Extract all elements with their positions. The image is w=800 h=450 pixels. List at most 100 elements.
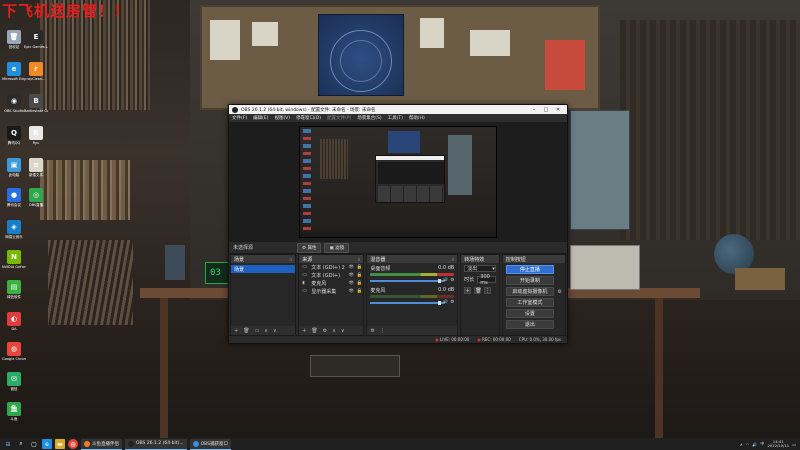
duration-input[interactable]: 300 ms [477,274,496,286]
speaker-icon[interactable]: 🔊 [443,300,449,305]
source-item[interactable]: ▭ 文本 (GDI+) 👁 🔒 [299,271,363,279]
add-transition-button[interactable]: + [464,287,472,294]
dock-menu-icon[interactable]: ⠿ [451,257,454,262]
transition-select[interactable]: 淡出 ▾ [464,265,496,272]
menu-item[interactable]: 配置文件(P) [327,115,351,121]
desktop-icon[interactable]: EEpic Games Launcher [24,30,48,49]
source-item[interactable]: ◖ 麦克风 👁 🔒 [299,279,363,287]
remove-source-button[interactable]: 🗑 [311,328,317,334]
preview-area[interactable] [229,122,567,242]
task-view-icon[interactable]: ▢ [29,439,39,449]
menu-item[interactable]: 停靠窗口(D) [296,115,321,121]
filters-button[interactable]: ▣ 滤镜 [324,242,350,253]
desktop-icon[interactable]: ◈ 网易云音乐 [2,220,26,239]
menu-item[interactable]: 场景集合(S) [357,115,381,121]
speaker-icon[interactable]: 🔊 [443,278,449,283]
desktop-icon[interactable]: R Ryu [24,126,48,145]
desktop-icon[interactable]: ✉ 微信 [2,372,26,391]
taskbar-app[interactable]: OBS 26.1.2 (64-bit)... [125,438,187,450]
transition-menu-icon[interactable]: ⋮ [484,287,492,294]
desktop-icon[interactable]: ◍Google Chrome [2,342,26,361]
source-item[interactable]: ▭ 文本 (GDI+) 2 👁 🔒 [299,263,363,271]
desktop-icon[interactable]: ◉ OBS Studio [2,94,26,113]
menu-item[interactable]: 编辑(E) [253,115,268,121]
transitions-dock: 转场特效 淡出 ▾ 时长 300 ms + 🗑 ⋮ [460,254,500,336]
notification-icon[interactable]: ▭ [792,442,796,447]
lock-icon[interactable]: 🔒 [355,265,363,270]
taskbar-app[interactable]: OBS捕获窗口 [189,438,232,450]
desktop-icon[interactable]: ● 腾讯会议 [2,188,26,207]
volume-slider[interactable] [370,301,444,304]
tray-expand-icon[interactable]: ∧ [740,442,743,447]
volume-slider-handle[interactable] [437,278,441,283]
lock-icon[interactable]: 🔒 [355,289,363,294]
volume-slider-handle[interactable] [437,300,441,305]
file-explorer-icon[interactable]: ▬ [55,439,65,449]
desktop-icon[interactable]: 🗑 回收站 [2,30,26,49]
scene-filters-icon[interactable]: ▭ [255,328,260,334]
visibility-icon[interactable]: 👁 [347,281,355,286]
add-source-button[interactable]: + [302,328,306,334]
dock-menu-icon[interactable]: ⠿ [357,257,360,262]
channel-settings-icon[interactable]: ⚙ [450,278,454,283]
scene-item[interactable]: 场景 [231,265,296,273]
desktop-icon[interactable]: ▤ 绿色软件 [2,280,26,299]
remove-scene-button[interactable]: 🗑 [243,328,249,334]
windows-start-icon[interactable]: ⊞ [3,439,13,449]
desktop-icon[interactable]: BBattlestate Games L... [24,94,48,113]
volume-slider[interactable] [370,279,444,282]
desktop-icon[interactable]: NNVIDIA GeForce [2,250,26,269]
desktop-icon[interactable]: r rayClean... [24,62,48,81]
menu-item[interactable]: 帮助(H) [409,115,425,121]
add-scene-button[interactable]: + [234,328,238,334]
move-down-icon[interactable]: ∨ [341,328,345,334]
obs-titlebar[interactable]: OBS 26.1.2 (64-bit, windows) - 配置文件: 未命名… [229,105,567,114]
control-button[interactable]: 设置 [505,309,554,318]
obs-window[interactable]: OBS 26.1.2 (64-bit, windows) - 配置文件: 未命名… [228,104,568,344]
menu-item[interactable]: 工具(T) [388,115,403,121]
control-button[interactable]: 开始录制 [505,276,554,285]
desktop-icon[interactable]: ◎ OBS直播 [24,188,48,207]
source-settings-icon[interactable]: ⚙ [323,328,327,334]
move-up-icon[interactable]: ∧ [332,328,336,334]
close-icon[interactable]: ✕ [552,107,564,113]
visibility-icon[interactable]: 👁 [347,265,355,270]
desktop-icon[interactable]: ▣ 此电脑 [2,158,26,177]
desktop-icon[interactable]: ≡ 新建文本 [24,158,48,177]
minimize-icon[interactable]: – [528,107,540,113]
network-icon[interactable]: ◠ [746,442,750,447]
mixer-menu-icon[interactable]: ⋮ [380,328,385,334]
visibility-icon[interactable]: 👁 [347,289,355,294]
move-down-icon[interactable]: ∨ [273,328,277,334]
desktop-icon[interactable]: 鱼斗鱼 [2,402,26,421]
desktop-icon[interactable]: e Microsoft Edge [2,62,26,81]
volume-icon[interactable]: 🔊 [752,442,757,447]
maximize-icon[interactable]: □ [540,107,552,113]
dock-menu-icon[interactable]: ⠿ [289,257,292,262]
desktop-icon[interactable]: Q 腾讯QQ [2,126,26,145]
properties-button[interactable]: ⚙ 属性 [297,242,322,253]
desktop-icon[interactable]: ◐ DA [2,312,26,331]
move-up-icon[interactable]: ∧ [264,328,268,334]
lock-icon[interactable]: 🔒 [355,281,363,286]
visibility-icon[interactable]: 👁 [347,273,355,278]
menu-item[interactable]: 文件(F) [232,115,247,121]
control-button[interactable]: 工作室模式 [505,298,554,307]
clock[interactable]: 14:41 2022/10/11 [767,439,789,449]
source-item[interactable]: ▭ 显示器采集 👁 🔒 [299,287,363,295]
mixer-settings-icon[interactable]: ⚙ [370,328,374,334]
lock-icon[interactable]: 🔒 [355,273,363,278]
control-button[interactable]: 停止直播 [505,265,554,274]
preview-canvas[interactable] [299,126,497,238]
control-button[interactable]: 启动虚拟摄像机 ⚙ [505,287,562,296]
search-icon[interactable]: ⌕ [16,439,26,449]
menu-item[interactable]: 视图(V) [274,115,290,121]
chrome-icon[interactable]: ◍ [68,439,78,449]
edge-icon[interactable]: e [42,439,52,449]
input-language[interactable]: 中 [760,441,764,447]
virtual-camera-settings-icon[interactable]: ⚙ [558,289,562,295]
remove-transition-button[interactable]: 🗑 [474,287,482,294]
taskbar-app[interactable]: 斗鱼直播伴侣 [81,438,122,450]
control-button[interactable]: 退出 [505,320,554,329]
channel-settings-icon[interactable]: ⚙ [450,300,454,305]
